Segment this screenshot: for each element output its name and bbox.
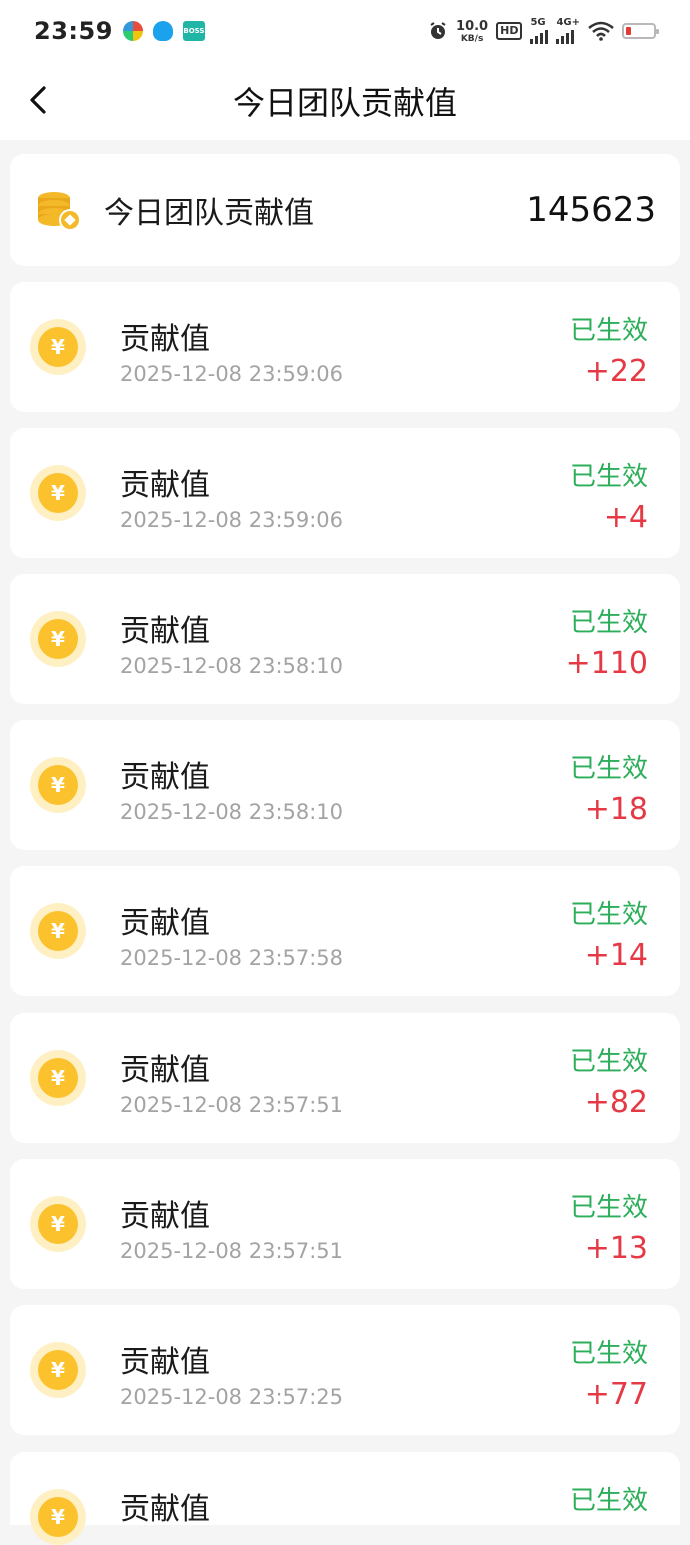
record-time: 2025-12-08 23:59:06	[120, 508, 344, 532]
alarm-icon	[430, 22, 446, 39]
record-title: 贡献值	[120, 1199, 210, 1234]
yuan-coin-icon: ¥	[30, 319, 86, 375]
summary-value: 145623	[526, 190, 656, 230]
summary-card: 今日团队贡献值 145623	[10, 154, 680, 266]
status-bar: 23:59 BOSS 10.0 KB/s HD 5G 4G+	[0, 0, 690, 62]
network-speed: 10.0 KB/s	[456, 19, 488, 44]
record-title: 贡献值	[120, 1492, 210, 1527]
signal-icon	[530, 28, 549, 44]
yuan-coin-icon: ¥	[30, 1050, 86, 1106]
record-amount: +110	[565, 646, 648, 681]
record-status: 已生效	[569, 1047, 648, 1077]
summary-label: 今日团队贡献值	[104, 196, 314, 231]
record-title: 贡献值	[120, 468, 210, 503]
status-time: 23:59	[34, 17, 113, 45]
record-status: 已生效	[569, 316, 648, 346]
record-status: 已生效	[569, 754, 648, 784]
qq-icon	[152, 21, 173, 41]
sim1-label: 5G	[530, 17, 546, 28]
boss-app-icon: BOSS	[182, 21, 205, 41]
wifi-icon	[588, 21, 614, 41]
list-item[interactable]: ¥ 贡献值 2025-12-08 23:57:25 已生效 +77	[10, 1305, 680, 1435]
record-status: 已生效	[569, 900, 648, 930]
record-amount: +77	[584, 1377, 648, 1412]
record-status: 已生效	[569, 1339, 648, 1369]
record-time: 2025-12-08 23:59:06	[120, 362, 344, 386]
list-item[interactable]: ¥ 贡献值 2025-12-08 23:58:10 已生效 +18	[10, 720, 680, 850]
record-title: 贡献值	[120, 322, 210, 357]
yuan-coin-icon: ¥	[30, 1489, 86, 1545]
list-item[interactable]: ¥ 贡献值 已生效	[10, 1452, 680, 1545]
nav-bar: 今日团队贡献值	[0, 62, 690, 140]
record-title: 贡献值	[120, 906, 210, 941]
page-title: 今日团队贡献值	[232, 84, 457, 122]
back-button[interactable]	[22, 84, 54, 116]
speed-unit: KB/s	[460, 33, 484, 44]
record-title: 贡献值	[120, 760, 210, 795]
record-amount: +82	[584, 1085, 648, 1120]
record-time: 2025-12-08 23:57:58	[120, 946, 344, 970]
status-right: 10.0 KB/s HD 5G 4G+	[428, 17, 659, 44]
record-time: 2025-12-08 23:57:25	[120, 1385, 344, 1409]
record-amount: +22	[584, 354, 648, 389]
record-status: 已生效	[569, 1486, 648, 1516]
yuan-coin-icon: ¥	[30, 611, 86, 667]
yuan-coin-icon: ¥	[30, 465, 86, 521]
record-title: 贡献值	[120, 1345, 210, 1380]
signal-icon	[556, 28, 575, 44]
record-status: 已生效	[569, 608, 648, 638]
colorful-app-icon	[122, 21, 143, 41]
yuan-coin-icon: ¥	[30, 903, 86, 959]
coin-stack-icon	[34, 186, 82, 234]
record-status: 已生效	[569, 462, 648, 492]
list-item[interactable]: ¥ 贡献值 2025-12-08 23:57:51 已生效 +13	[10, 1159, 680, 1289]
record-status: 已生效	[569, 1193, 648, 1223]
record-title: 贡献值	[120, 614, 210, 649]
record-amount: +13	[584, 1231, 648, 1266]
record-time: 2025-12-08 23:58:10	[120, 654, 344, 678]
record-amount: +4	[603, 500, 648, 535]
chevron-left-icon	[30, 86, 46, 114]
record-time: 2025-12-08 23:58:10	[120, 800, 344, 824]
yuan-coin-icon: ¥	[30, 1196, 86, 1252]
hd-icon: HD	[496, 22, 523, 40]
list-item[interactable]: ¥ 贡献值 2025-12-08 23:57:51 已生效 +82	[10, 1013, 680, 1143]
record-time: 2025-12-08 23:57:51	[120, 1239, 344, 1263]
status-left: 23:59 BOSS	[34, 17, 205, 45]
sim2-label: 4G+	[556, 17, 580, 28]
list-item[interactable]: ¥ 贡献值 2025-12-08 23:58:10 已生效 +110	[10, 574, 680, 704]
record-amount: +14	[584, 938, 648, 973]
list-item[interactable]: ¥ 贡献值 2025-12-08 23:57:58 已生效 +14	[10, 866, 680, 996]
speed-value: 10.0	[456, 18, 489, 34]
yuan-coin-icon: ¥	[30, 757, 86, 813]
sim2-signal: 4G+	[556, 18, 580, 44]
yuan-coin-icon: ¥	[30, 1342, 86, 1398]
battery-icon	[622, 23, 659, 39]
record-title: 贡献值	[120, 1053, 210, 1088]
record-amount: +18	[584, 792, 648, 827]
sim1-signal: 5G	[530, 17, 549, 44]
record-time: 2025-12-08 23:57:51	[120, 1093, 344, 1117]
list-item[interactable]: ¥ 贡献值 2025-12-08 23:59:06 已生效 +22	[10, 282, 680, 412]
list-item[interactable]: ¥ 贡献值 2025-12-08 23:59:06 已生效 +4	[10, 428, 680, 558]
